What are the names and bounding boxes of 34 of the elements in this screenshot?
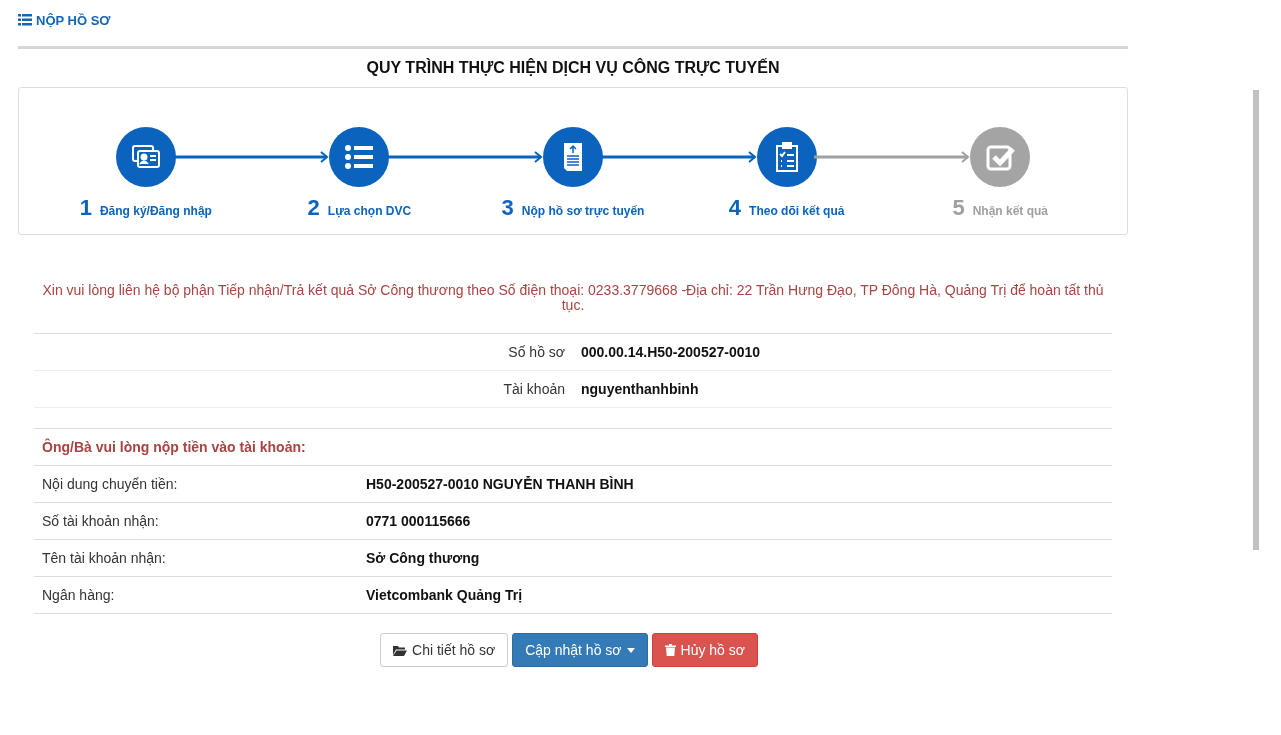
caret-icon — [626, 647, 635, 653]
step-number: 5 — [952, 195, 965, 221]
cancel-button[interactable]: Hủy hồ sơ — [651, 633, 758, 667]
step-label: Nhận kết quả — [972, 204, 1048, 218]
update-dropdown-button[interactable]: Cập nhật hồ sơ — [512, 633, 648, 667]
field-label: Số hồ sơ — [507, 344, 565, 360]
notice-text: Xin vui lòng liên hệ bộ phận Tiếp nhận/Trả kết quả Sở Công thương theo Số điện thoại: 0233.3779668 -Địa chỉ: 22 Trần Hưng Đạo, TP Đông Hà, Quảng Trị để hoàn tất thủ tục. — [41, 283, 1105, 313]
step-label: Theo dõi kết quả — [749, 204, 845, 218]
field-label: Tên tài khoản nhận: — [42, 550, 167, 566]
field-value: H50-200527-0010 NGUYỄN THANH BÌNH — [366, 476, 635, 492]
step-label: Lựa chọn DVC — [327, 204, 412, 218]
field-value: 000.00.14.H50-200527-0010 — [581, 344, 762, 360]
step-number: 1 — [79, 195, 92, 221]
step-label: Đăng ký/Đăng nhập — [99, 204, 212, 218]
step-number: 3 — [501, 195, 514, 221]
field-value: Sở Công thương — [366, 550, 481, 566]
payment-heading: Ông/Bà vui lòng nộp tiền vào tài khoản: — [42, 439, 307, 455]
page-title: NỘP HỒ SƠ — [36, 12, 111, 28]
field-value: nguyenthanhbinh — [581, 381, 700, 397]
details-button[interactable]: Chi tiết hồ sơ — [380, 633, 509, 667]
list-icon — [18, 14, 32, 26]
field-label: Tài khoản — [502, 381, 565, 397]
step-label: Nộp hồ sơ trực tuyến — [521, 204, 645, 218]
trash-icon — [664, 644, 676, 656]
step-number: 2 — [307, 195, 320, 221]
field-label: Ngân hàng: — [42, 587, 116, 603]
field-label: Số tài khoản nhận: — [42, 513, 160, 529]
folder-icon — [393, 644, 408, 656]
step-number: 4 — [728, 195, 742, 221]
field-label: Nội dung chuyển tiền: — [42, 476, 179, 492]
field-value: Vietcombank Quảng Trị — [366, 587, 524, 603]
process-title: QUY TRÌNH THỰC HIỆN DỊCH VỤ CÔNG TRỰC TUYẾN — [365, 57, 781, 78]
scrollbar[interactable] — [1253, 90, 1259, 550]
field-value: 0771 000115666 — [366, 513, 472, 529]
